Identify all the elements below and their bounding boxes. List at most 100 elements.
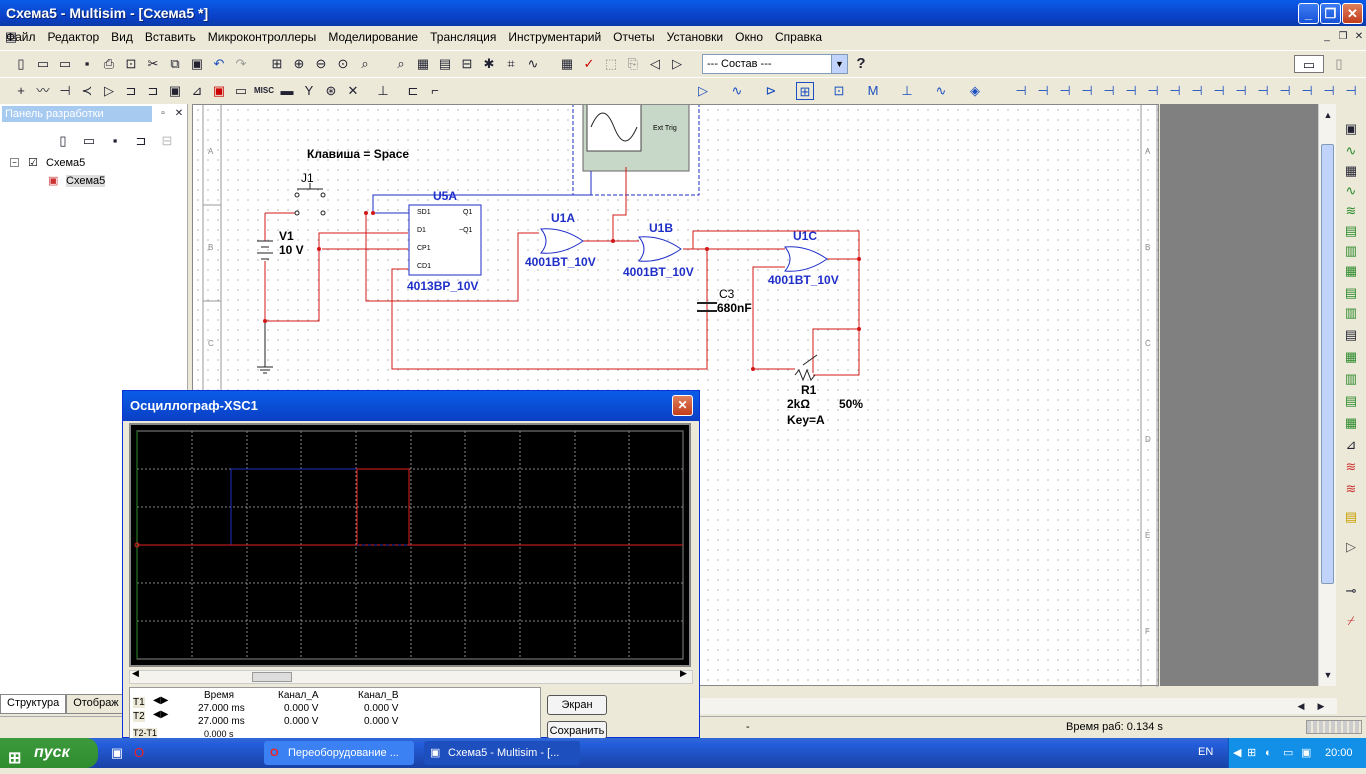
peripheral-icon[interactable]: ▬ [278, 82, 296, 100]
electromech-icon[interactable]: ⊛ [322, 82, 340, 100]
scroll-up-icon[interactable]: ▲ [1319, 106, 1337, 124]
tab-display[interactable]: Отображ [66, 694, 126, 714]
start-button[interactable]: ⊞ пуск [0, 738, 98, 768]
task-opera[interactable]: O Переоборудование ... [264, 741, 414, 765]
in-use-list[interactable]: --- Состав --- ▼ [702, 54, 848, 74]
basic-component-icon[interactable]: 〰 [34, 82, 52, 100]
align-icon[interactable]: ⊥ [898, 82, 916, 100]
tektronix-scope-icon[interactable]: ≋ [1342, 480, 1360, 498]
instrument-3-icon[interactable]: ⊣ [1056, 82, 1074, 100]
scroll-left-icon[interactable]: ◀ [132, 668, 139, 679]
vertical-scrollbar[interactable]: ▲ ▼ [1318, 104, 1336, 686]
tree-child[interactable]: Схема5 [66, 175, 106, 187]
zoom-in-icon[interactable]: ⊕ [290, 55, 308, 73]
component-wizard-icon[interactable]: ✱ [480, 55, 498, 73]
tray-back-icon[interactable]: ◀ [1233, 738, 1241, 768]
child-close-icon[interactable]: ✕ [1350, 28, 1366, 46]
t1-left-arrow-icon[interactable]: ◀▶ [153, 695, 168, 706]
minimize-icon[interactable]: _ [1298, 3, 1319, 24]
menu-reports[interactable]: Отчеты [607, 30, 660, 44]
grid-icon[interactable]: ⊞ [796, 82, 814, 100]
save-icon[interactable]: ▪ [78, 55, 96, 73]
chevron-down-icon[interactable]: ▼ [831, 55, 847, 73]
iv-analyzer-icon[interactable]: ▤ [1342, 326, 1360, 344]
wattmeter-icon[interactable]: ▦ [1342, 162, 1360, 180]
open-sheet-icon[interactable]: ▭ [80, 132, 98, 150]
close-sheet-icon[interactable]: ⊐ [132, 132, 150, 150]
instrument-12-icon[interactable]: ⊣ [1254, 82, 1272, 100]
forward-annotate-icon[interactable]: ▷ [668, 55, 686, 73]
network-analyzer-icon[interactable]: ▤ [1342, 392, 1360, 410]
instrument-14-icon[interactable]: ⊣ [1298, 82, 1316, 100]
instrument-9-icon[interactable]: ⊣ [1188, 82, 1206, 100]
scroll-down-icon[interactable]: ▼ [1319, 666, 1337, 684]
quicklaunch-multisim-icon[interactable]: ▣ [108, 744, 126, 762]
design-toolbox-icon[interactable]: ▤ [436, 55, 454, 73]
run-icon[interactable]: ▷ [694, 82, 712, 100]
screen-button[interactable]: Экран [547, 695, 607, 715]
scroll-right-icon[interactable]: ▶ [1312, 697, 1330, 715]
menu-view[interactable]: Вид [105, 30, 139, 44]
close-icon[interactable]: ✕ [672, 395, 693, 416]
zoom-area-icon[interactable]: ⊙ [334, 55, 352, 73]
copy-icon[interactable]: ⧉ [166, 55, 184, 73]
bus-icon[interactable]: ⊏ [404, 82, 422, 100]
undo-icon[interactable]: ↶ [210, 55, 228, 73]
transfer-ultiboard-icon[interactable]: ⎘ [624, 55, 642, 73]
title-block-icon[interactable]: M [864, 82, 882, 100]
logic-converter-icon[interactable]: ▥ [1342, 304, 1360, 322]
labview-icon[interactable]: ▷ [1342, 538, 1360, 556]
zoom-out-icon[interactable]: ⊖ [312, 55, 330, 73]
tray-app-icon[interactable]: ▣ [1301, 738, 1311, 768]
agilent-scope-icon[interactable]: ≋ [1342, 458, 1360, 476]
fullscreen-icon[interactable]: ⊞ [268, 55, 286, 73]
scroll-left-icon[interactable]: ◀ [1292, 697, 1310, 715]
bode-plotter-icon[interactable]: ▤ [1342, 222, 1360, 240]
agilent-generator-icon[interactable]: ▦ [1342, 414, 1360, 432]
function-generator-icon[interactable]: ∿ [1342, 142, 1360, 160]
database-icon[interactable]: ⊟ [458, 55, 476, 73]
menu-options[interactable]: Установки [661, 30, 729, 44]
redo-icon[interactable]: ↷ [232, 55, 250, 73]
cmos-icon[interactable]: ⊐ [144, 82, 162, 100]
border-icon[interactable]: ⊡ [830, 82, 848, 100]
rf-icon[interactable]: Y [300, 82, 318, 100]
quicklaunch-opera-icon[interactable]: O [130, 744, 148, 762]
transistor-icon[interactable]: ≺ [78, 82, 96, 100]
analog-icon[interactable]: ▷ [100, 82, 118, 100]
menu-tools[interactable]: Инструментарий [502, 30, 607, 44]
instrument-5-icon[interactable]: ⊣ [1100, 82, 1118, 100]
instrument-6-icon[interactable]: ⊣ [1122, 82, 1140, 100]
pause-icon[interactable]: ▯ [1330, 55, 1348, 73]
menu-edit[interactable]: Редактор [42, 30, 106, 44]
ttl-icon[interactable]: ⊐ [122, 82, 140, 100]
word-generator-icon[interactable]: ▦ [1342, 262, 1360, 280]
logic-analyzer-icon[interactable]: ▤ [1342, 284, 1360, 302]
print-icon[interactable]: ⎙ [100, 55, 118, 73]
place-probe-icon[interactable]: ◈ [966, 82, 984, 100]
open-folder-icon[interactable]: ▭ [34, 55, 52, 73]
multimeter-icon[interactable]: ▣ [1342, 120, 1360, 138]
erc-clear-icon[interactable]: ✓ [580, 55, 598, 73]
mixed-icon[interactable]: ⊿ [188, 82, 206, 100]
close-icon[interactable]: ✕ [1342, 3, 1363, 24]
task-multisim[interactable]: ▣ Схема5 - Multisim - [... [424, 741, 580, 765]
instrument-13-icon[interactable]: ⊣ [1276, 82, 1294, 100]
panel-close-icon[interactable]: ✕ [170, 105, 188, 123]
tree-root[interactable]: Схема5 [46, 157, 85, 169]
open-sample-icon[interactable]: ▭ [56, 55, 74, 73]
document-icon[interactable]: ▤ [2, 28, 20, 46]
simulate-switch-icon[interactable]: ▭ [1294, 55, 1324, 73]
graph-icon[interactable]: ∿ [932, 82, 950, 100]
spreadsheet-icon[interactable]: ▦ [414, 55, 432, 73]
scroll-right-icon[interactable]: ▶ [680, 668, 687, 679]
tray-display-icon[interactable]: ▭ [1283, 738, 1293, 768]
instrument-2-icon[interactable]: ⊣ [1034, 82, 1052, 100]
menu-insert[interactable]: Вставить [139, 30, 202, 44]
scroll-thumb[interactable] [1321, 144, 1334, 584]
t2-left-arrow-icon[interactable]: ◀▶ [153, 709, 168, 720]
grapher-view-icon[interactable]: ∿ [728, 82, 746, 100]
distortion-analyzer-icon[interactable]: ▦ [1342, 348, 1360, 366]
collapse-icon[interactable]: − [10, 158, 19, 167]
postprocessor-icon[interactable]: ⌗ [502, 55, 520, 73]
